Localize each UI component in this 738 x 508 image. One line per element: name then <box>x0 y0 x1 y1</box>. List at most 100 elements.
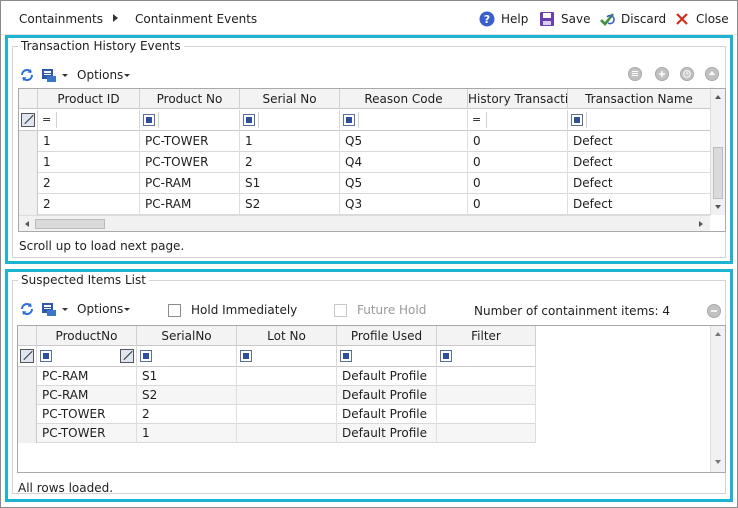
export-icon[interactable] <box>41 67 57 83</box>
breadcrumb-containments[interactable]: Containments <box>19 12 103 26</box>
table-row[interactable]: PC-TOWER 2 Default Profile <box>18 405 536 424</box>
col-reason-code[interactable]: Reason Code <box>340 89 468 109</box>
suspected-vertical-scrollbar[interactable] <box>710 326 725 472</box>
filter-transaction-name-input[interactable] <box>586 112 706 128</box>
filter-profile-used[interactable] <box>337 346 437 367</box>
filter-operator-icon[interactable] <box>243 114 255 126</box>
future-hold-checkbox[interactable] <box>334 304 347 317</box>
row-selector[interactable] <box>18 424 37 443</box>
row-selector[interactable] <box>18 367 37 386</box>
scroll-right-icon[interactable] <box>699 221 703 227</box>
filter-operator-icon[interactable] <box>143 114 155 126</box>
filter-product-no-input[interactable] <box>158 112 238 128</box>
row-selector[interactable] <box>19 152 38 173</box>
filter-productno[interactable] <box>37 346 137 367</box>
history-options-menu[interactable]: Options <box>77 68 131 82</box>
filter-history-transaction-input[interactable] <box>486 112 566 128</box>
hold-immediately-checkbox[interactable] <box>168 304 181 317</box>
table-row[interactable]: 2 PC-RAM S2 Q3 0 Defect <box>19 194 710 215</box>
add-icon[interactable] <box>655 67 669 81</box>
clear-filter-icon[interactable] <box>20 349 34 363</box>
containment-events-window: Containments Containment Events ? Help S… <box>0 0 738 508</box>
history-vertical-scrollbar[interactable] <box>710 89 725 215</box>
scroll-up-icon[interactable] <box>715 95 721 99</box>
cell-reason-code: Q5 <box>340 173 468 194</box>
top-toolbar: Containments Containment Events ? Help S… <box>1 1 737 35</box>
refresh-icon[interactable] <box>19 67 35 83</box>
equals-operator-icon[interactable]: = <box>472 113 481 126</box>
filter-filter[interactable] <box>437 346 536 367</box>
filter-transaction-name[interactable] <box>568 110 710 131</box>
history-filter-row: = = <box>19 110 710 131</box>
row-selector[interactable] <box>19 131 38 152</box>
filter-operator-icon[interactable] <box>440 350 452 362</box>
archive-icon[interactable] <box>705 67 719 81</box>
remove-icon[interactable] <box>707 304 721 318</box>
filter-reason-code[interactable] <box>340 110 468 131</box>
filter-product-no[interactable] <box>140 110 240 131</box>
history-hscroll-thumb[interactable] <box>35 219 105 229</box>
export-dropdown-icon[interactable] <box>62 307 68 311</box>
filter-serial-no-input[interactable] <box>258 112 338 128</box>
help-button[interactable]: ? Help <box>479 10 528 28</box>
col-transaction-name[interactable]: Transaction Name <box>568 89 710 109</box>
cell-transaction-name: Defect <box>573 197 613 211</box>
equals-operator-icon[interactable]: = <box>42 113 51 126</box>
filter-product-id-input[interactable] <box>56 112 138 128</box>
col-filter[interactable]: Filter <box>437 326 536 346</box>
row-selector[interactable] <box>18 386 37 405</box>
suspected-options-menu[interactable]: Options <box>77 302 131 316</box>
clear-filter-icon[interactable] <box>21 113 35 127</box>
column-chooser-icon[interactable] <box>628 67 642 81</box>
filter-operator-icon[interactable] <box>571 114 583 126</box>
table-row[interactable]: PC-RAM S2 Default Profile <box>18 386 536 405</box>
col-lot-no[interactable]: Lot No <box>237 326 337 346</box>
table-row[interactable]: 2 PC-RAM S1 Q5 0 Defect <box>19 173 710 194</box>
table-row[interactable]: PC-TOWER 1 Default Profile <box>18 424 536 443</box>
close-button[interactable]: Close <box>674 10 729 28</box>
filter-operator-icon[interactable] <box>340 350 352 362</box>
col-productno[interactable]: ProductNo <box>37 326 137 346</box>
filter-product-id[interactable]: = <box>38 110 140 131</box>
filter-lot-no[interactable] <box>237 346 337 367</box>
row-selector[interactable] <box>18 405 37 424</box>
discard-button[interactable]: Discard <box>599 10 666 28</box>
filter-operator-icon[interactable] <box>240 350 252 362</box>
filter-operator-icon[interactable] <box>343 114 355 126</box>
cell-reason-code: Q5 <box>340 131 468 152</box>
col-serial-no[interactable]: Serial No <box>240 89 340 109</box>
scroll-down-icon[interactable] <box>715 205 721 209</box>
filter-serial-no[interactable] <box>240 110 340 131</box>
refresh-icon[interactable] <box>19 301 35 317</box>
export-icon[interactable] <box>41 301 57 317</box>
filter-operator-icon[interactable] <box>140 350 152 362</box>
filter-history-transaction[interactable]: = <box>468 110 568 131</box>
col-serialno[interactable]: SerialNo <box>137 326 237 346</box>
export-dropdown-icon[interactable] <box>62 73 68 77</box>
col-product-id[interactable]: Product ID <box>38 89 140 109</box>
save-button[interactable]: Save <box>539 10 590 28</box>
col-history-transaction[interactable]: History Transactio <box>468 89 568 109</box>
row-selector[interactable] <box>19 194 38 215</box>
table-row[interactable]: PC-RAM S1 Default Profile <box>18 367 536 386</box>
clear-filter-icon[interactable] <box>120 349 134 363</box>
scroll-left-icon[interactable] <box>25 221 29 227</box>
filter-reason-code-input[interactable] <box>358 112 466 128</box>
scroll-up-icon[interactable] <box>715 332 721 336</box>
col-product-no[interactable]: Product No <box>140 89 240 109</box>
history-clock-icon[interactable] <box>680 67 694 81</box>
history-horizontal-scrollbar[interactable] <box>19 215 710 231</box>
cell-product-id: 1 <box>38 131 140 152</box>
table-row[interactable]: 1 PC-TOWER 2 Q4 0 Defect <box>19 152 710 173</box>
discard-icon <box>599 11 615 27</box>
help-label: Help <box>501 12 529 26</box>
save-icon <box>539 11 555 27</box>
row-selector[interactable] <box>19 173 38 194</box>
cell-filter <box>437 386 536 405</box>
filter-operator-icon[interactable] <box>40 350 52 362</box>
scroll-down-icon[interactable] <box>715 460 721 464</box>
table-row[interactable]: 1 PC-TOWER 1 Q5 0 Defect <box>19 131 710 152</box>
filter-serialno[interactable] <box>137 346 237 367</box>
history-vscroll-thumb[interactable] <box>713 147 723 199</box>
col-profile-used[interactable]: Profile Used <box>337 326 437 346</box>
